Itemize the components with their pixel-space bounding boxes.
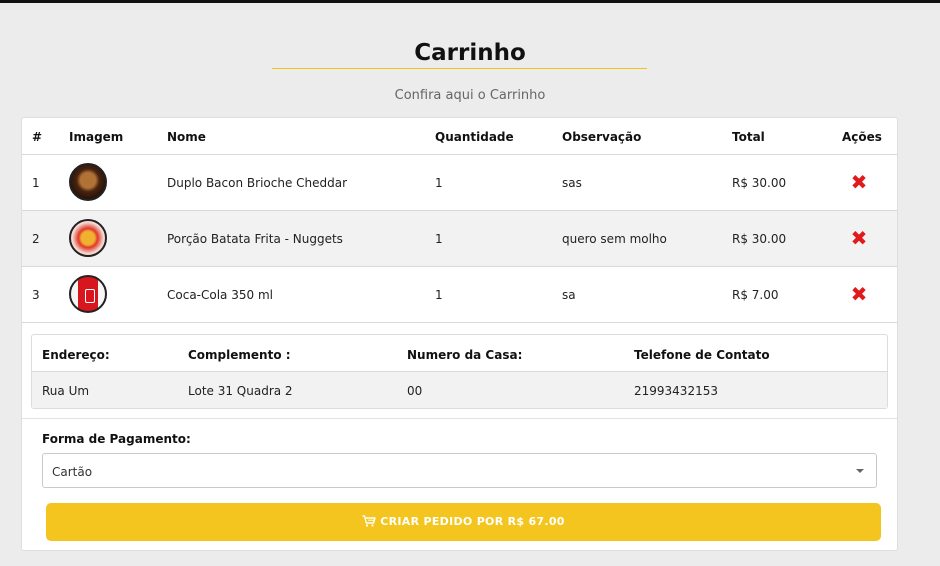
address-row: Rua Um Lote 31 Quadra 2 00 21993432153 — [32, 372, 887, 408]
header-actions: Ações — [842, 130, 882, 144]
fries-image — [69, 219, 107, 257]
row-name: Duplo Bacon Brioche Cheddar — [167, 176, 348, 190]
delete-icon[interactable]: ✖ — [850, 228, 868, 248]
header-total: Total — [732, 130, 765, 144]
delete-icon[interactable]: ✖ — [850, 284, 868, 304]
row-quantity: 1 — [435, 288, 443, 302]
row-note: quero sem molho — [562, 232, 667, 246]
row-name: Porção Batata Frita - Nuggets — [167, 232, 343, 246]
address-street-label: Endereço: — [42, 348, 110, 362]
page-title: Carrinho — [414, 40, 526, 66]
address-phone-label: Telefone de Contato — [634, 348, 770, 362]
create-order-button[interactable]: CRIAR PEDIDO POR R$ 67.00 — [46, 503, 881, 541]
header-name: Nome — [167, 130, 206, 144]
row-total: R$ 30.00 — [732, 176, 787, 190]
divider — [22, 418, 897, 419]
address-phone-value: 21993432153 — [634, 384, 718, 398]
cart-icon — [362, 515, 376, 530]
row-note: sa — [562, 288, 576, 302]
header-note: Observação — [562, 130, 642, 144]
header-index: # — [32, 130, 43, 144]
row-quantity: 1 — [435, 176, 443, 190]
row-note: sas — [562, 176, 582, 190]
row-name: Coca-Cola 350 ml — [167, 288, 273, 302]
row-index: 3 — [32, 288, 40, 302]
row-index: 2 — [32, 232, 40, 246]
payment-label: Forma de Pagamento: — [42, 432, 191, 446]
delete-icon[interactable]: ✖ — [850, 172, 868, 192]
header-image: Imagem — [69, 130, 124, 144]
payment-selected-value: Cartão — [52, 465, 93, 479]
coke-image — [69, 275, 107, 313]
row-total: R$ 30.00 — [732, 232, 787, 246]
address-number-value: 00 — [407, 384, 423, 398]
table-row: 2 Porção Batata Frita - Nuggets 1 quero … — [22, 211, 897, 267]
payment-select[interactable]: Cartão — [42, 453, 877, 488]
address-street-value: Rua Um — [42, 384, 90, 398]
table-row: 1 Duplo Bacon Brioche Cheddar 1 sas R$ 3… — [22, 155, 897, 211]
address-number-label: Numero da Casa: — [407, 348, 523, 362]
chevron-down-icon — [856, 469, 864, 473]
address-complement-label: Complemento : — [188, 348, 291, 362]
table-row: 3 Coca-Cola 350 ml 1 sa R$ 7.00 ✖ — [22, 267, 897, 323]
create-order-label: CRIAR PEDIDO POR R$ 67.00 — [380, 515, 565, 528]
row-quantity: 1 — [435, 232, 443, 246]
title-underline — [272, 68, 647, 69]
burger-image — [69, 163, 107, 201]
address-complement-value: Lote 31 Quadra 2 — [188, 384, 293, 398]
header-quantity: Quantidade — [435, 130, 514, 144]
cart-table-header: # Imagem Nome Quantidade Observação Tota… — [22, 118, 897, 155]
cart-card: # Imagem Nome Quantidade Observação Tota… — [21, 117, 898, 551]
page-subtitle: Confira aqui o Carrinho — [394, 88, 546, 103]
top-border — [0, 0, 940, 3]
address-table: Endereço: Complemento : Numero da Casa: … — [31, 334, 888, 409]
row-index: 1 — [32, 176, 40, 190]
address-header: Endereço: Complemento : Numero da Casa: … — [32, 335, 887, 372]
row-total: R$ 7.00 — [732, 288, 779, 302]
